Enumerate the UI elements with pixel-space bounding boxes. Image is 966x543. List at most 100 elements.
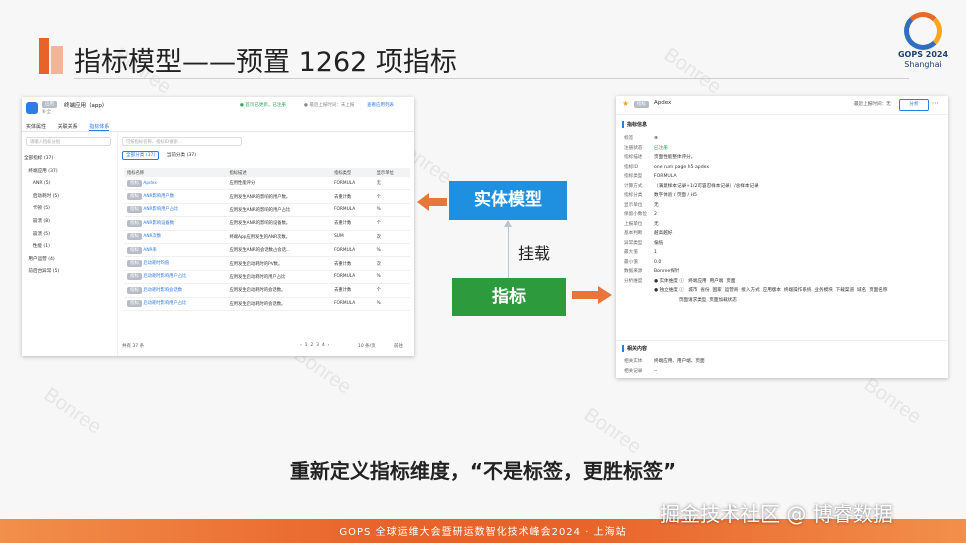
connector-line	[508, 226, 509, 278]
metric-link[interactable]: ANR率	[143, 248, 156, 253]
metric-unit-cell: %	[373, 270, 410, 285]
arrow-left-icon	[417, 193, 447, 211]
slide-title: 指标模型——预置 1262 项指标	[74, 47, 457, 78]
col-desc: 指标描述	[226, 168, 332, 177]
table-row[interactable]: 指标 启动耗时影响用户占比 应用发生启动耗时的用户占比 FORMULA%	[124, 270, 410, 285]
metric-name-cell[interactable]: 指标 启动耗时影响用户占比	[124, 270, 227, 285]
tab-metric-system[interactable]: 指标体系	[89, 124, 110, 131]
metric-desc-cell: 应用发生启动耗时的会话数。	[226, 297, 332, 311]
tree-item[interactable]: 崩溃 (8)	[24, 216, 59, 229]
property-key: 上报单位	[624, 221, 643, 227]
metric-box: 指标	[452, 278, 566, 316]
table-row[interactable]: 指标 ANR次数 终端App应用发生的ANR次数。 SUM 次	[124, 230, 410, 244]
tree-item[interactable]: 启动耗时 (5)	[24, 191, 59, 204]
table-row[interactable]: 指标 Apdex 应用性能评分 FORMULA 无	[124, 177, 410, 191]
metric-link[interactable]: 启动耗时均值	[143, 261, 169, 266]
property-value: 偏低	[654, 240, 664, 246]
app-sub[interactable]: 补全	[42, 109, 51, 115]
metric-tag: 指标	[127, 193, 142, 201]
tree-item[interactable]: 终端应用 (37)	[24, 166, 59, 179]
table-row[interactable]: 指标 ANR影响用户占比 应用发生ANR的影响的用户占比 FORMULA%	[124, 203, 410, 218]
table-row[interactable]: 指标 ANR率 应用发生ANR的会话数占会话... FORMULA%	[124, 243, 410, 258]
star-icon[interactable]: ★	[622, 99, 629, 108]
related-key: 相关记录	[624, 368, 643, 374]
metric-name-cell[interactable]: 指标 ANR率	[124, 243, 227, 258]
credit-watermark: 掘金技术社区 @ 博睿数据	[660, 502, 893, 526]
metric-link[interactable]: ANR影响设备数	[143, 221, 174, 226]
property-key: 指标分类	[624, 193, 643, 198]
metric-link[interactable]: ANR影响用户占比	[143, 207, 178, 212]
metric-tag: 指标	[127, 246, 142, 254]
section-related: 相关内容	[622, 345, 647, 352]
metric-link[interactable]: 启动耗时影响会话数	[143, 288, 182, 293]
page-numbers[interactable]: ‹ 1 2 3 4 ›	[300, 343, 329, 348]
table-row[interactable]: 指标 启动耗时均值 应用发生启动耗时的PV数。 去重计数次	[124, 256, 410, 271]
view-app-list-link[interactable]: 查看应用列表	[367, 102, 394, 108]
tree-item[interactable]: 前后台异常 (5)	[24, 266, 59, 279]
tree-item[interactable]: 用户运营 (4)	[24, 254, 59, 267]
metric-tag: 指标	[127, 179, 142, 187]
metric-desc-cell: 应用发生ANR的影响的设备数。	[226, 216, 332, 231]
arrow-right-icon	[572, 286, 612, 304]
metric-link[interactable]: 启动耗时影响用户占比	[143, 274, 186, 279]
metric-type-cell: SUM	[331, 230, 374, 244]
metric-link[interactable]: 启动耗时影响用户占比	[143, 301, 186, 306]
metric-tag: 指标	[127, 300, 142, 308]
tab-current-category[interactable]: 当前分类 (37)	[167, 153, 196, 158]
related-value[interactable]: 终端应用、用户端、页面	[654, 357, 705, 367]
metric-tag: 指标	[127, 260, 142, 268]
metric-desc-cell: 应用性能评分	[226, 177, 332, 191]
col-name: 指标名称	[124, 168, 227, 177]
tree-item[interactable]: 全部指标 (37)	[24, 153, 59, 166]
tree-item[interactable]: 卡顿 (5)	[24, 203, 59, 216]
metric-type-cell: 去重计数	[331, 216, 374, 231]
metric-name-cell[interactable]: 指标 ANR次数	[124, 230, 227, 244]
group-search-input[interactable]: 请输入指标分组	[26, 137, 111, 146]
metric-link[interactable]: Apdex	[143, 181, 157, 186]
metric-type-cell: FORMULA	[331, 270, 374, 285]
table-row[interactable]: 指标 启动耗时影响会话数 应用发生启动耗时的会话数。 去重计数个	[124, 283, 410, 298]
status-registered: ● 首页已更新，已注册	[240, 103, 286, 108]
metric-name-cell[interactable]: 指标 ANR影响用户数	[124, 189, 227, 204]
tab-relations[interactable]: 关联关系	[58, 124, 78, 130]
more-icon[interactable]: ⋯	[932, 99, 939, 107]
analyze-button[interactable]: 分析	[899, 99, 929, 111]
metric-name-cell[interactable]: 指标 Apdex	[124, 177, 227, 191]
table-row[interactable]: 指标 ANR影响用户数 应用发生ANR的影响的用户数。 去重计数个	[124, 189, 410, 204]
app-icon	[26, 102, 38, 114]
metric-search-input[interactable]: 可按指标名称、指标ID搜索...	[122, 137, 242, 146]
entity-model-box: 实体模型	[449, 181, 567, 220]
tree-item[interactable]: ANR (5)	[24, 178, 59, 191]
metric-name-cell[interactable]: 指标 启动耗时影响会话数	[124, 283, 227, 298]
property-key: 计算方式	[624, 183, 643, 189]
divider	[117, 133, 118, 356]
metric-link[interactable]: ANR次数	[143, 234, 161, 239]
slide: Bonree Bonree Bonree Bonree Bonree Bonre…	[0, 0, 966, 543]
metric-desc-cell: 应用发生ANR的影响的用户占比	[226, 203, 332, 218]
table-row[interactable]: 指标 启动耗时影响用户占比 应用发生启动耗时的会话数。 FORMULA%	[124, 297, 410, 311]
watermark: Bonree	[579, 403, 646, 459]
page-size-select[interactable]: 10 条/页	[358, 343, 376, 349]
tree-item[interactable]: 崩溃 (5)	[24, 229, 59, 242]
metric-type-cell: 去重计数	[331, 283, 374, 298]
metric-name-cell[interactable]: 指标 ANR影响用户占比	[124, 203, 227, 218]
tab-all-categories[interactable]: 全部分类 (37)	[122, 151, 160, 160]
property-value: 已注册	[654, 145, 668, 151]
property-value: 页面请求类型 页面加载状态	[654, 297, 737, 303]
property-key: 最小值	[624, 259, 638, 265]
tree-item[interactable]: 性能 (1)	[24, 241, 59, 254]
metric-name-cell[interactable]: 指标 ANR影响设备数	[124, 216, 227, 231]
app-metrics-screenshot: 应用 终端应用（app） 补全 ● 首页已更新，已注册 ● 最后上报时间：未上报…	[22, 97, 414, 356]
tab-entity-props[interactable]: 实体属性	[26, 124, 46, 130]
metric-name-cell[interactable]: 指标 启动耗时影响用户占比	[124, 297, 227, 311]
goto-page[interactable]: 前往	[394, 343, 403, 349]
metric-desc-cell: 应用发生ANR的会话数占会话...	[226, 243, 332, 258]
gops-logo-icon	[904, 12, 942, 50]
property-value: 0.0	[654, 259, 662, 265]
metric-name-cell[interactable]: 指标 启动耗时均值	[124, 256, 227, 271]
metric-link[interactable]: ANR影响用户数	[143, 194, 174, 199]
property-row: 数据来源 Bonree探针	[624, 267, 887, 277]
property-key	[624, 296, 654, 306]
table-row[interactable]: 指标 ANR影响设备数 应用发生ANR的影响的设备数。 去重计数个	[124, 216, 410, 231]
metric-desc-cell: 终端App应用发生的ANR次数。	[226, 230, 332, 244]
